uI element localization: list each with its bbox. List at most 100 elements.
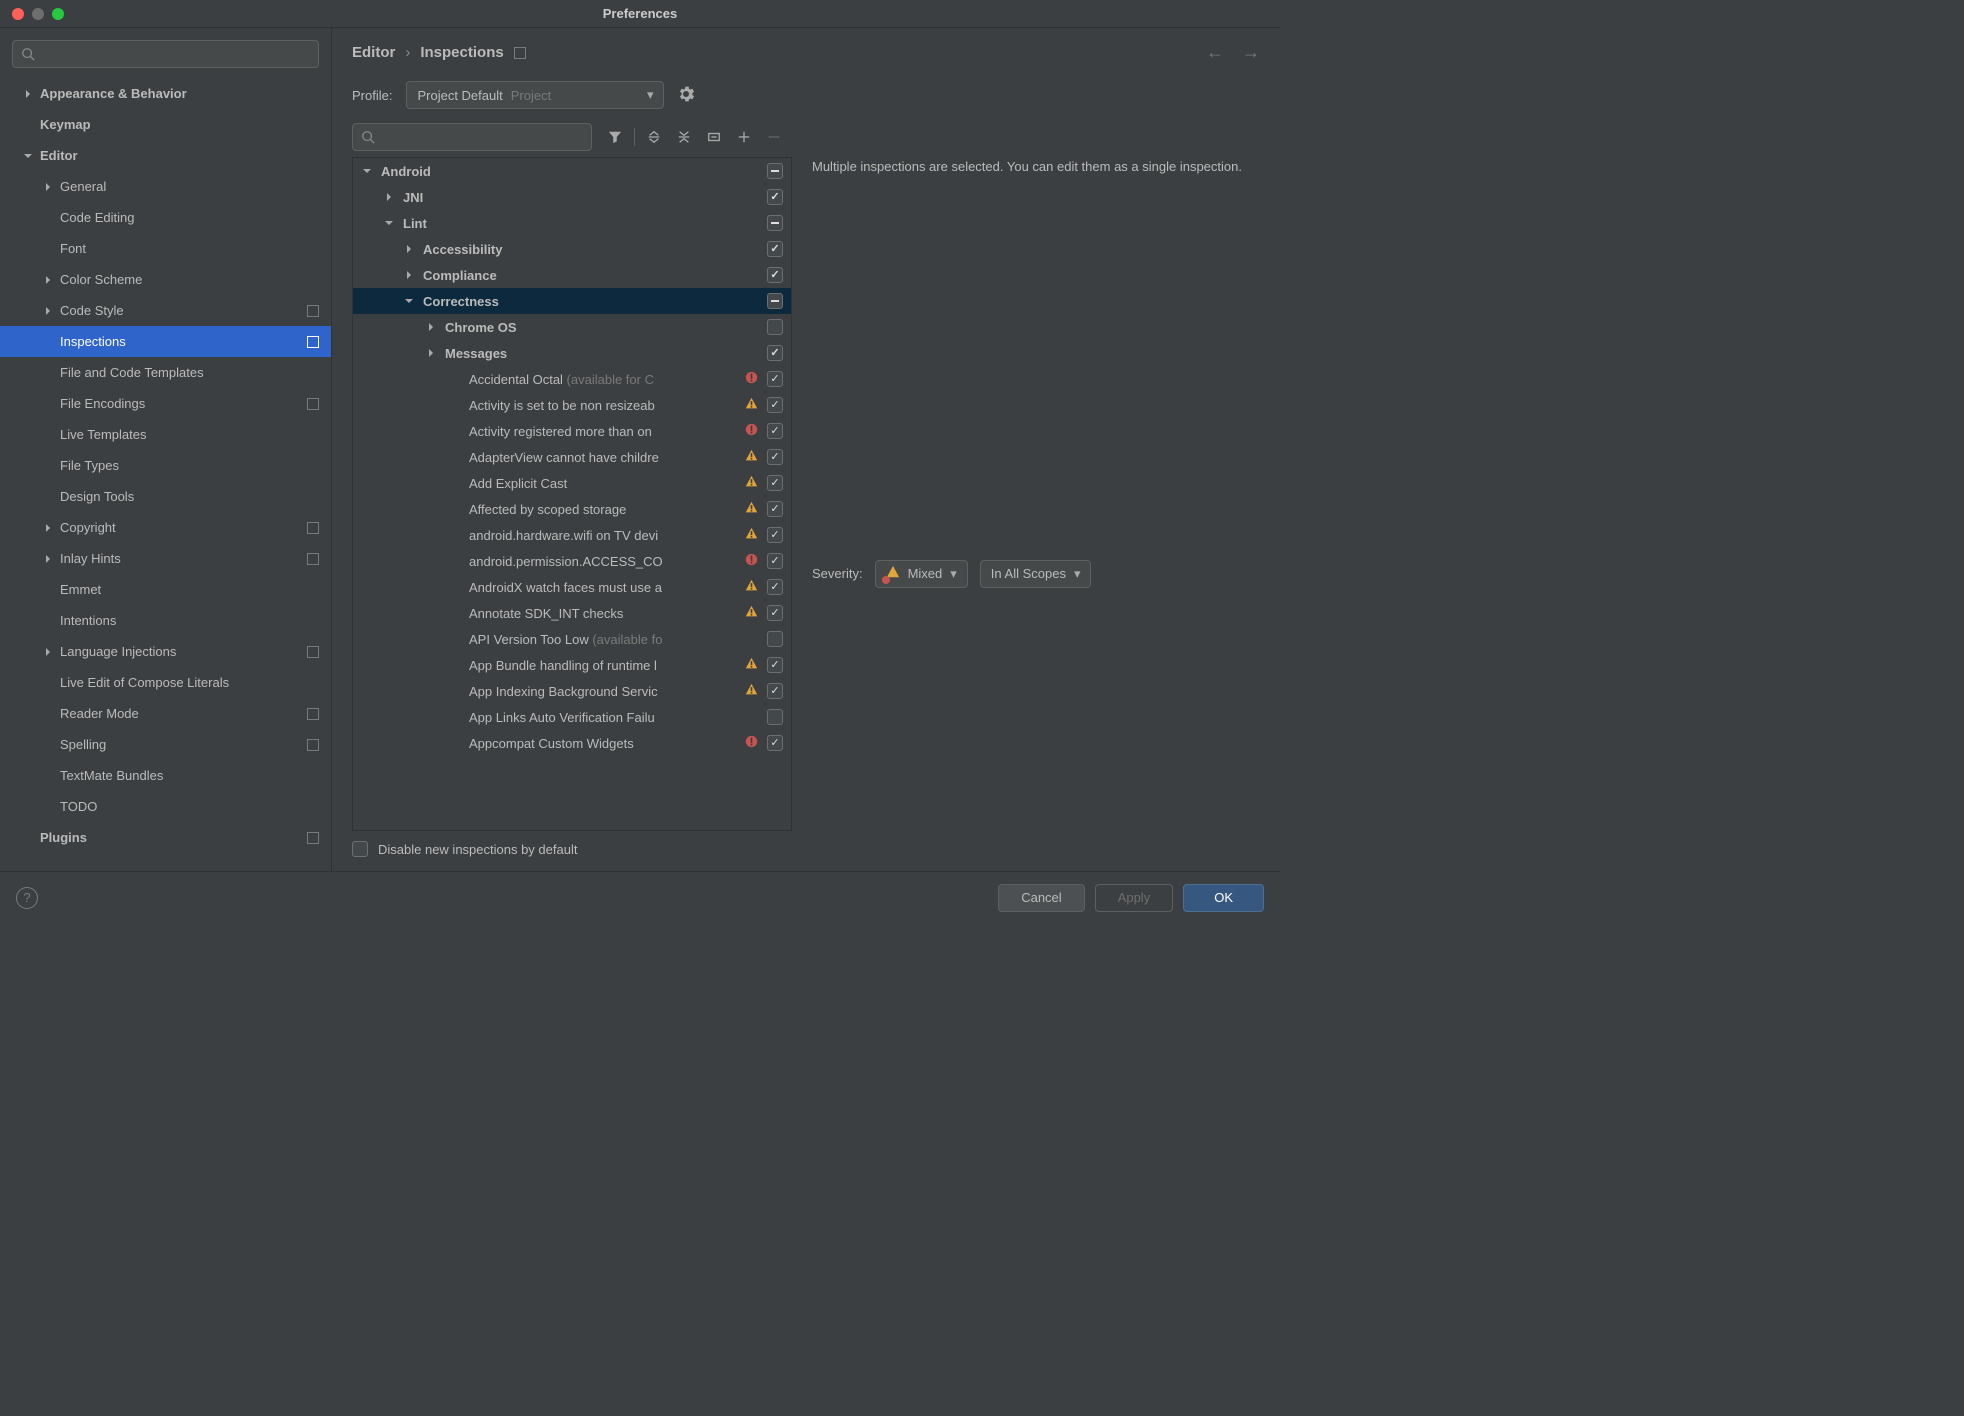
sidebar-item[interactable]: Spelling bbox=[0, 729, 331, 760]
inspection-checkbox[interactable] bbox=[767, 241, 783, 257]
inspection-row[interactable]: Messages bbox=[353, 340, 791, 366]
inspection-checkbox[interactable] bbox=[767, 709, 783, 725]
sidebar-item[interactable]: Keymap bbox=[0, 109, 331, 140]
inspection-row[interactable]: Annotate SDK_INT checks bbox=[353, 600, 791, 626]
inspection-search[interactable] bbox=[352, 123, 592, 151]
inspection-row[interactable]: Activity is set to be non resizeab bbox=[353, 392, 791, 418]
inspection-checkbox[interactable] bbox=[767, 475, 783, 491]
inspection-checkbox[interactable] bbox=[767, 579, 783, 595]
apply-button[interactable]: Apply bbox=[1095, 884, 1174, 912]
sidebar-item[interactable]: Emmet bbox=[0, 574, 331, 605]
sidebar-item[interactable]: TODO bbox=[0, 791, 331, 822]
filter-button[interactable] bbox=[600, 123, 630, 151]
sidebar-item[interactable]: Copyright bbox=[0, 512, 331, 543]
ok-button[interactable]: OK bbox=[1183, 884, 1264, 912]
disable-new-inspections-checkbox[interactable] bbox=[352, 841, 368, 857]
sidebar-item[interactable]: Language Injections bbox=[0, 636, 331, 667]
inspection-row[interactable]: JNI bbox=[353, 184, 791, 210]
collapse-all-button[interactable] bbox=[669, 123, 699, 151]
sidebar-item[interactable]: Design Tools bbox=[0, 481, 331, 512]
inspection-row[interactable]: App Links Auto Verification Failu bbox=[353, 704, 791, 730]
inspection-row[interactable]: Android bbox=[353, 158, 791, 184]
profile-dropdown[interactable]: Project Default Project ▾ bbox=[406, 81, 664, 109]
cancel-button[interactable]: Cancel bbox=[998, 884, 1084, 912]
inspection-row[interactable]: App Indexing Background Servic bbox=[353, 678, 791, 704]
inspection-row[interactable]: AndroidX watch faces must use a bbox=[353, 574, 791, 600]
expand-all-button[interactable] bbox=[639, 123, 669, 151]
sidebar-item[interactable]: Font bbox=[0, 233, 331, 264]
sidebar-item[interactable]: Live Templates bbox=[0, 419, 331, 450]
sidebar-item[interactable]: File and Code Templates bbox=[0, 357, 331, 388]
inspection-checkbox[interactable] bbox=[767, 423, 783, 439]
inspection-checkbox[interactable] bbox=[767, 631, 783, 647]
sidebar-item[interactable]: Code Editing bbox=[0, 202, 331, 233]
inspection-checkbox[interactable] bbox=[767, 553, 783, 569]
zoom-window-button[interactable] bbox=[52, 8, 64, 20]
sidebar-item[interactable]: Editor bbox=[0, 140, 331, 171]
inspection-checkbox[interactable] bbox=[767, 527, 783, 543]
inspection-row[interactable]: Activity registered more than on bbox=[353, 418, 791, 444]
remove-button[interactable] bbox=[759, 123, 789, 151]
sidebar-item[interactable]: File Encodings bbox=[0, 388, 331, 419]
inspection-checkbox[interactable] bbox=[767, 319, 783, 335]
scope-dropdown[interactable]: In All Scopes ▾ bbox=[980, 560, 1092, 588]
inspection-row[interactable]: Accessibility bbox=[353, 236, 791, 262]
sidebar-item[interactable]: Inlay Hints bbox=[0, 543, 331, 574]
inspection-checkbox[interactable] bbox=[767, 371, 783, 387]
inspection-row[interactable]: android.permission.ACCESS_CO bbox=[353, 548, 791, 574]
inspection-checkbox[interactable] bbox=[767, 449, 783, 465]
gear-icon[interactable] bbox=[678, 86, 694, 105]
sidebar-item[interactable]: TextMate Bundles bbox=[0, 760, 331, 791]
sidebar-item[interactable]: Color Scheme bbox=[0, 264, 331, 295]
inspection-row[interactable]: API Version Too Low (available fo bbox=[353, 626, 791, 652]
inspection-checkbox[interactable] bbox=[767, 163, 783, 179]
nav-back-icon[interactable]: ← bbox=[1206, 42, 1224, 63]
warning-icon bbox=[745, 397, 761, 413]
sidebar-item[interactable]: Intentions bbox=[0, 605, 331, 636]
inspection-row[interactable]: Add Explicit Cast bbox=[353, 470, 791, 496]
inspection-checkbox[interactable] bbox=[767, 605, 783, 621]
inspection-row[interactable]: Compliance bbox=[353, 262, 791, 288]
inspection-row[interactable]: Chrome OS bbox=[353, 314, 791, 340]
footer: ? Cancel Apply OK bbox=[0, 871, 1280, 923]
sidebar-item[interactable]: Inspections bbox=[0, 326, 331, 357]
severity-dropdown[interactable]: Mixed ▾ bbox=[875, 560, 968, 588]
help-button[interactable]: ? bbox=[16, 887, 38, 909]
sidebar-item[interactable]: Reader Mode bbox=[0, 698, 331, 729]
inspection-tree[interactable]: AndroidJNI Lint AccessibilityComplianceCor… bbox=[352, 157, 792, 831]
inspection-checkbox[interactable] bbox=[767, 735, 783, 751]
inspection-checkbox[interactable] bbox=[767, 345, 783, 361]
close-window-button[interactable] bbox=[12, 8, 24, 20]
sidebar-search[interactable] bbox=[12, 40, 319, 68]
chevron-icon bbox=[42, 460, 54, 472]
reset-button[interactable] bbox=[699, 123, 729, 151]
minimize-window-button[interactable] bbox=[32, 8, 44, 20]
sidebar-item[interactable]: Live Edit of Compose Literals bbox=[0, 667, 331, 698]
sidebar-item-label: Live Edit of Compose Literals bbox=[60, 675, 229, 690]
add-button[interactable] bbox=[729, 123, 759, 151]
inspection-checkbox[interactable] bbox=[767, 683, 783, 699]
inspection-row[interactable]: Lint bbox=[353, 210, 791, 236]
inspection-checkbox[interactable] bbox=[767, 215, 783, 231]
inspection-checkbox[interactable] bbox=[767, 267, 783, 283]
sidebar-item[interactable]: Code Style bbox=[0, 295, 331, 326]
sidebar-item[interactable]: File Types bbox=[0, 450, 331, 481]
inspection-row[interactable]: android.hardware.wifi on TV devi bbox=[353, 522, 791, 548]
nav-forward-icon[interactable]: → bbox=[1242, 42, 1260, 63]
inspection-row[interactable]: Appcompat Custom Widgets bbox=[353, 730, 791, 756]
inspection-label: Lint bbox=[403, 216, 743, 231]
inspection-checkbox[interactable] bbox=[767, 657, 783, 673]
error-icon bbox=[745, 553, 761, 569]
inspection-row[interactable]: Affected by scoped storage bbox=[353, 496, 791, 522]
inspection-row[interactable]: Accidental Octal (available for C bbox=[353, 366, 791, 392]
inspection-checkbox[interactable] bbox=[767, 293, 783, 309]
inspection-row[interactable]: App Bundle handling of runtime l bbox=[353, 652, 791, 678]
inspection-row[interactable]: Correctness bbox=[353, 288, 791, 314]
inspection-checkbox[interactable] bbox=[767, 189, 783, 205]
sidebar-item[interactable]: Appearance & Behavior bbox=[0, 78, 331, 109]
sidebar-item[interactable]: General bbox=[0, 171, 331, 202]
inspection-checkbox[interactable] bbox=[767, 501, 783, 517]
inspection-checkbox[interactable] bbox=[767, 397, 783, 413]
sidebar-item[interactable]: Plugins bbox=[0, 822, 331, 853]
inspection-row[interactable]: AdapterView cannot have childre bbox=[353, 444, 791, 470]
